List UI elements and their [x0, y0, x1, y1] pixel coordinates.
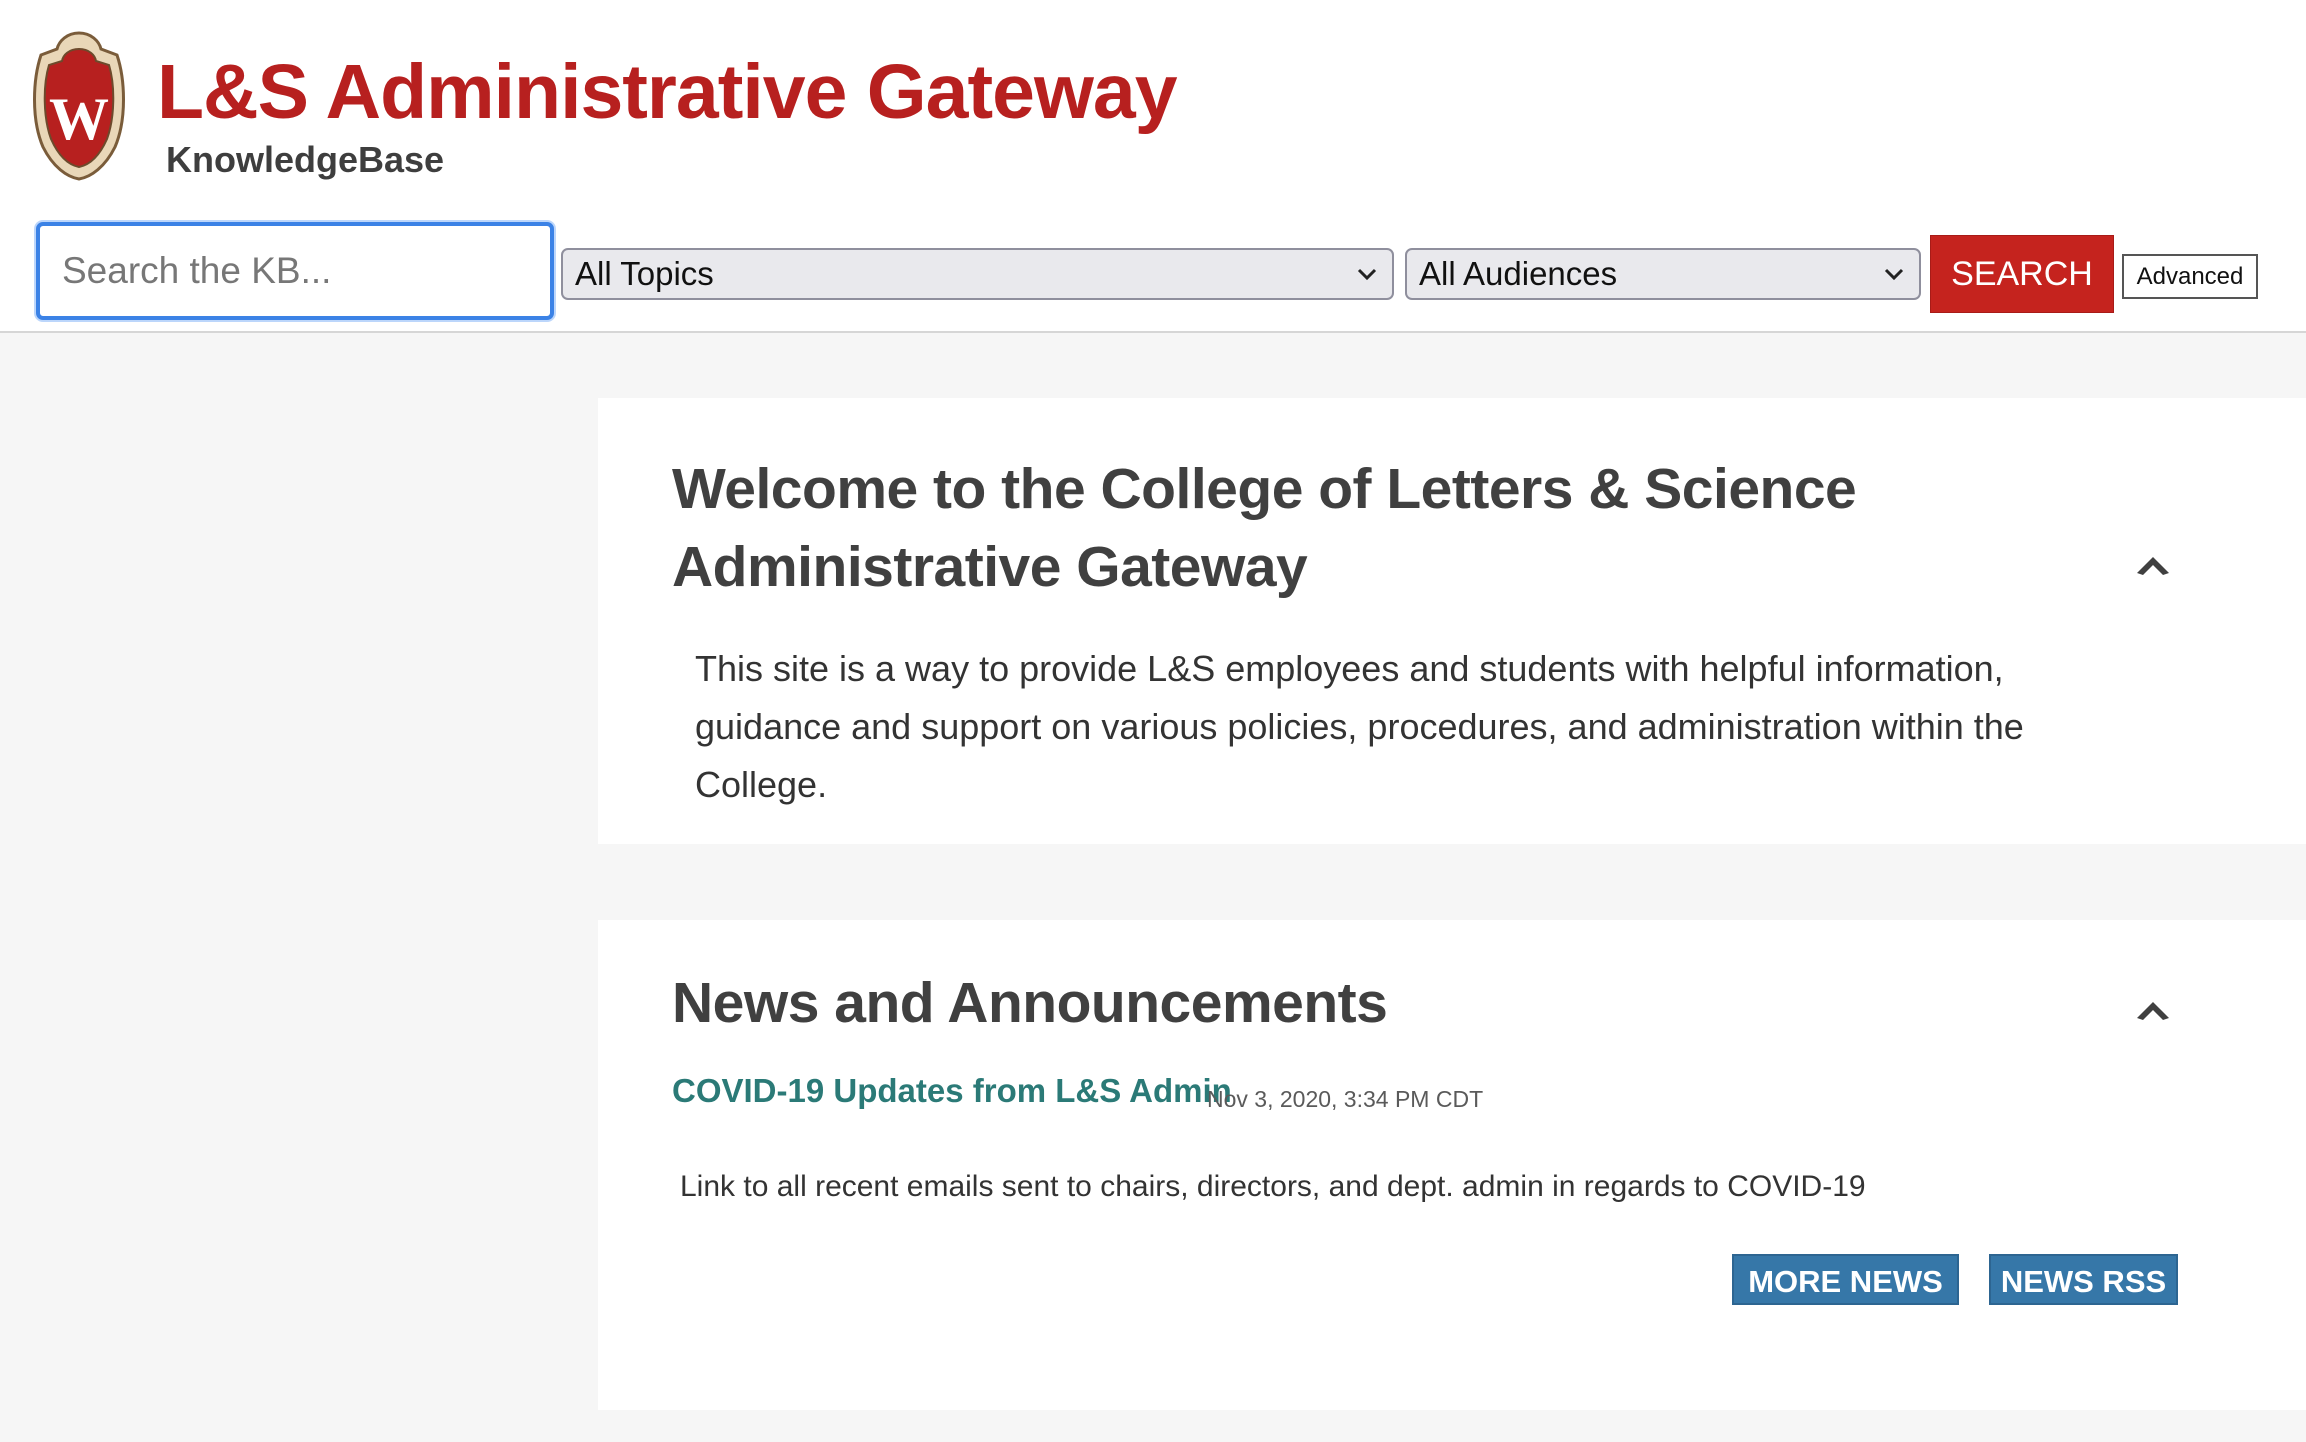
audiences-select-value: All Audiences — [1419, 255, 1618, 292]
collapse-chevron-icon[interactable] — [2135, 551, 2171, 577]
news-heading: News and Announcements — [672, 971, 1388, 1035]
uw-crest-icon[interactable]: W — [29, 29, 129, 181]
topics-select[interactable]: All Topics — [561, 248, 1394, 300]
search-button[interactable]: SEARCH — [1930, 235, 2114, 313]
chevron-down-icon — [1884, 268, 1904, 281]
advanced-search-button[interactable]: Advanced — [2122, 254, 2258, 299]
more-news-button[interactable]: MORE NEWS — [1732, 1254, 1959, 1305]
collapse-chevron-icon[interactable] — [2135, 996, 2171, 1022]
topics-select-value: All Topics — [575, 255, 714, 292]
news-card: News and Announcements COVID-19 Updates … — [598, 920, 2306, 1410]
audiences-select[interactable]: All Audiences — [1405, 248, 1921, 300]
site-title[interactable]: L&S Administrative Gateway — [157, 42, 1178, 142]
chevron-down-icon — [1357, 268, 1377, 281]
news-item-title-link[interactable]: COVID-19 Updates from L&S Admin — [672, 1072, 1232, 1110]
site-subtitle: KnowledgeBase — [166, 139, 445, 180]
svg-text:W: W — [49, 86, 109, 152]
news-rss-button[interactable]: NEWS RSS — [1989, 1254, 2178, 1305]
welcome-card: Welcome to the College of Letters & Scie… — [598, 398, 2306, 844]
news-item-date: Nov 3, 2020, 3:34 PM CDT — [1207, 1086, 1484, 1112]
search-input[interactable] — [36, 222, 554, 320]
welcome-text: This site is a way to provide L&S employ… — [695, 648, 2024, 805]
news-item-summary: Link to all recent emails sent to chairs… — [680, 1170, 1866, 1203]
site-header: W L&S Administrative Gateway KnowledgeBa… — [0, 0, 2306, 333]
welcome-heading: Welcome to the College of Letters & Scie… — [672, 457, 1857, 599]
